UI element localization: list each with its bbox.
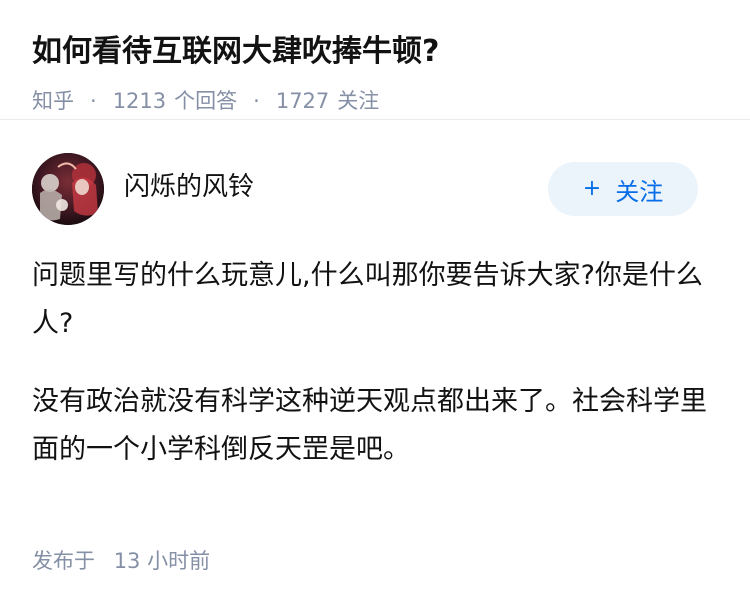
follow-button[interactable]: + 关注 [548,162,698,216]
answer-card: 闪烁的风铃 + 关注 问题里写的什么玩意儿,什么叫那你要告诉大家?你是什么人? … [0,120,750,474]
source-label[interactable]: 知乎 [32,86,74,116]
answer-paragraph: 没有政治就没有科学这种逆天观点都出来了。社会科学里面的一个小学科倒反天罡是吧。 [32,386,707,465]
meta-separator: · [253,89,260,113]
page: 如何看待互联网大肆吹捧牛顿? 知乎 · 1213 个回答 · 1727 关注 闪… [0,0,750,614]
question-title[interactable]: 如何看待互联网大肆吹捧牛顿? [32,30,718,74]
plus-icon: + [582,176,602,201]
answer-count-label: 个回答 [174,89,238,113]
author-name[interactable]: 闪烁的风铃 [124,170,254,204]
question-header: 如何看待互联网大肆吹捧牛顿? 知乎 · 1213 个回答 · 1727 关注 [0,0,750,120]
answer-count: 1213 [112,89,167,113]
avatar-image [32,153,104,225]
question-meta: 知乎 · 1213 个回答 · 1727 关注 [32,86,718,116]
follower-count: 1727 [275,89,330,113]
answer-timestamp[interactable]: 发布于 13 小时前 [32,546,210,576]
publish-label: 发布于 [32,549,95,573]
answer-paragraph: 问题里写的什么玩意儿,什么叫那你要告诉大家?你是什么人? [32,260,703,339]
avatar[interactable] [32,153,104,225]
publish-time: 13 小时前 [113,549,211,573]
author-row: 闪烁的风铃 + 关注 [32,152,718,226]
meta-separator: · [90,89,97,113]
follower-count-label: 关注 [337,89,380,113]
follow-button-label: 关注 [615,177,664,206]
answer-content: 问题里写的什么玩意儿,什么叫那你要告诉大家?你是什么人? 没有政治就没有科学这种… [32,252,718,474]
